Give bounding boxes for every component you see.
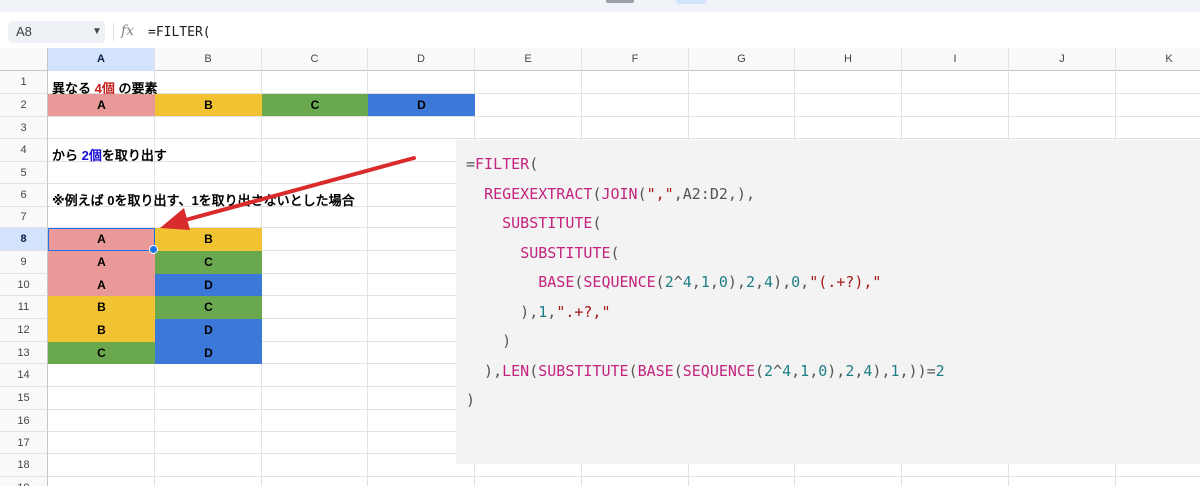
arrow-shaft: [176, 156, 416, 224]
annotation-arrow: [160, 156, 416, 230]
arrow-head: [160, 208, 190, 230]
